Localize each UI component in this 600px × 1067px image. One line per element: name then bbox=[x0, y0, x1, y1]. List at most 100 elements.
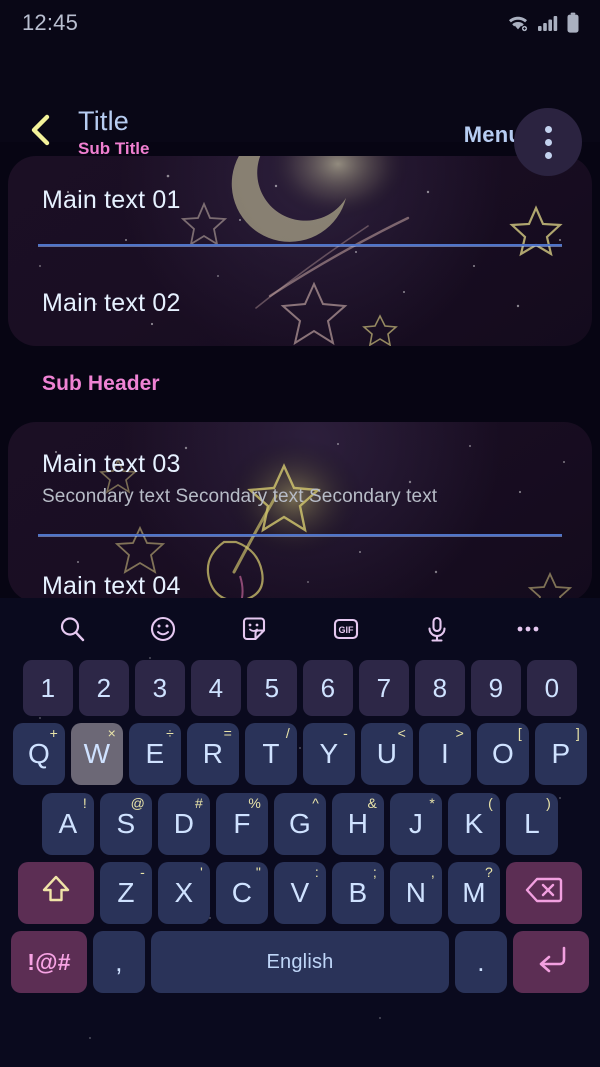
keyboard-row-2: ! A @ S # D % F ^ G & H * J (K ) L bbox=[5, 793, 595, 855]
key-o-secondary: [ bbox=[517, 725, 522, 741]
key-h[interactable]: & H bbox=[332, 793, 384, 855]
backspace-key[interactable] bbox=[506, 862, 582, 924]
key-j-secondary: * bbox=[429, 795, 435, 811]
key-q[interactable]: + Q bbox=[13, 723, 65, 785]
key-s-label: S bbox=[116, 808, 136, 839]
key-4[interactable]: 4 bbox=[191, 660, 241, 716]
key-q-label: Q bbox=[28, 738, 50, 769]
key-t[interactable]: / T bbox=[245, 723, 297, 785]
keyboard: GIF 1 2 3 4 5 6 7 8 9 0 + Q × W ÷ E = R … bbox=[0, 598, 600, 1067]
key-i[interactable]: > I bbox=[419, 723, 471, 785]
key-l[interactable]: ) L bbox=[506, 793, 558, 855]
shift-key[interactable] bbox=[18, 862, 94, 924]
key-w-secondary: × bbox=[107, 725, 116, 741]
key-r[interactable]: = R bbox=[187, 723, 239, 785]
period-key[interactable]: . bbox=[455, 931, 507, 993]
page-title: Title bbox=[78, 106, 130, 136]
key-b-secondary: ; bbox=[372, 864, 377, 880]
key-e-label: E bbox=[145, 738, 165, 769]
symbols-key[interactable]: !@# bbox=[11, 931, 87, 993]
key-m-label: M bbox=[462, 877, 486, 908]
key-o-label: O bbox=[492, 738, 514, 769]
status-bar: 12:45 bbox=[0, 0, 600, 46]
key-z[interactable]: -Z bbox=[100, 862, 152, 924]
key-i-secondary: > bbox=[455, 725, 464, 741]
key-u[interactable]: < U bbox=[361, 723, 413, 785]
key-e[interactable]: ÷ E bbox=[129, 723, 181, 785]
sticker-icon[interactable] bbox=[231, 606, 277, 652]
row-divider bbox=[38, 244, 562, 246]
key-3[interactable]: 3 bbox=[135, 660, 185, 716]
search-icon[interactable] bbox=[49, 606, 95, 652]
key-x-label: X bbox=[174, 877, 194, 908]
key-2[interactable]: 2 bbox=[79, 660, 129, 716]
key-n[interactable]: ,N bbox=[390, 862, 442, 924]
key-d-label: D bbox=[173, 808, 195, 839]
key-x-secondary: ' bbox=[200, 864, 203, 880]
key-0[interactable]: 0 bbox=[527, 660, 577, 716]
card-row-main: Main text 01 bbox=[42, 186, 181, 214]
page-subtitle: Sub Title bbox=[78, 139, 150, 158]
key-x[interactable]: ' X bbox=[158, 862, 210, 924]
key-8[interactable]: 8 bbox=[415, 660, 465, 716]
key-s-secondary: @ bbox=[130, 795, 145, 811]
more-horizontal-icon[interactable] bbox=[505, 606, 551, 652]
keyboard-rows: 1 2 3 4 5 6 7 8 9 0 + Q × W ÷ E = R / T -Y < U… bbox=[0, 660, 600, 993]
phone-screen: 12:45 Title Sub Title Menu Main text 01 … bbox=[0, 0, 600, 1067]
key-e-secondary: ÷ bbox=[166, 725, 174, 741]
key-u-label: U bbox=[376, 738, 398, 769]
key-9[interactable]: 9 bbox=[471, 660, 521, 716]
keyboard-row-3: -Z ' X " C :V ; B ,N ? M bbox=[5, 862, 595, 924]
key-a-label: A bbox=[58, 808, 78, 839]
key-s[interactable]: @ S bbox=[100, 793, 152, 855]
card-row-secondary: Secondary text Secondary text Secondary … bbox=[42, 486, 438, 507]
key-p-secondary: ] bbox=[575, 725, 580, 741]
back-button[interactable] bbox=[22, 114, 58, 150]
key-z-secondary: - bbox=[140, 864, 145, 880]
key-m[interactable]: ? M bbox=[448, 862, 500, 924]
comma-key[interactable]: , bbox=[93, 931, 145, 993]
key-w[interactable]: × W bbox=[71, 723, 123, 785]
key-v-secondary: : bbox=[314, 864, 319, 880]
key-7[interactable]: 7 bbox=[359, 660, 409, 716]
key-d[interactable]: # D bbox=[158, 793, 210, 855]
key-y[interactable]: -Y bbox=[303, 723, 355, 785]
svg-text:GIF: GIF bbox=[338, 625, 354, 635]
space-key[interactable]: English bbox=[151, 931, 449, 993]
key-n-label: N bbox=[405, 877, 427, 908]
enter-icon bbox=[533, 943, 569, 982]
emoji-icon[interactable] bbox=[140, 606, 186, 652]
row-divider bbox=[38, 534, 562, 536]
key-1[interactable]: 1 bbox=[23, 660, 73, 716]
key-h-label: H bbox=[347, 808, 369, 839]
key-k[interactable]: (K bbox=[448, 793, 500, 855]
key-c[interactable]: " C bbox=[216, 862, 268, 924]
card-row-main: Main text 02 bbox=[42, 289, 181, 317]
content-area: Main text 01 Main text 02 Sub Header Mai… bbox=[0, 142, 600, 598]
microphone-icon[interactable] bbox=[414, 606, 460, 652]
key-v-label: V bbox=[290, 877, 310, 908]
more-vertical-icon[interactable] bbox=[514, 108, 582, 176]
card-row-main: Main text 04 bbox=[42, 572, 181, 598]
key-5[interactable]: 5 bbox=[247, 660, 297, 716]
key-g[interactable]: ^ G bbox=[274, 793, 326, 855]
key-v[interactable]: :V bbox=[274, 862, 326, 924]
key-o[interactable]: [O bbox=[477, 723, 529, 785]
card-two[interactable]: Main text 03 Secondary text Secondary te… bbox=[8, 422, 592, 598]
key-6[interactable]: 6 bbox=[303, 660, 353, 716]
key-p[interactable]: ] P bbox=[535, 723, 587, 785]
enter-key[interactable] bbox=[513, 931, 589, 993]
key-j[interactable]: * J bbox=[390, 793, 442, 855]
card-row-main: Main text 03 bbox=[42, 450, 181, 478]
key-p-label: P bbox=[551, 738, 571, 769]
key-f[interactable]: % F bbox=[216, 793, 268, 855]
keyboard-toolbar: GIF bbox=[0, 598, 600, 660]
key-k-secondary: ( bbox=[488, 795, 493, 811]
key-a-secondary: ! bbox=[82, 795, 87, 811]
gif-icon[interactable]: GIF bbox=[323, 606, 369, 652]
key-b-label: B bbox=[348, 877, 368, 908]
key-b[interactable]: ; B bbox=[332, 862, 384, 924]
card-one[interactable]: Main text 01 Main text 02 bbox=[8, 156, 592, 346]
key-a[interactable]: ! A bbox=[42, 793, 94, 855]
key-w-label: W bbox=[83, 738, 111, 769]
